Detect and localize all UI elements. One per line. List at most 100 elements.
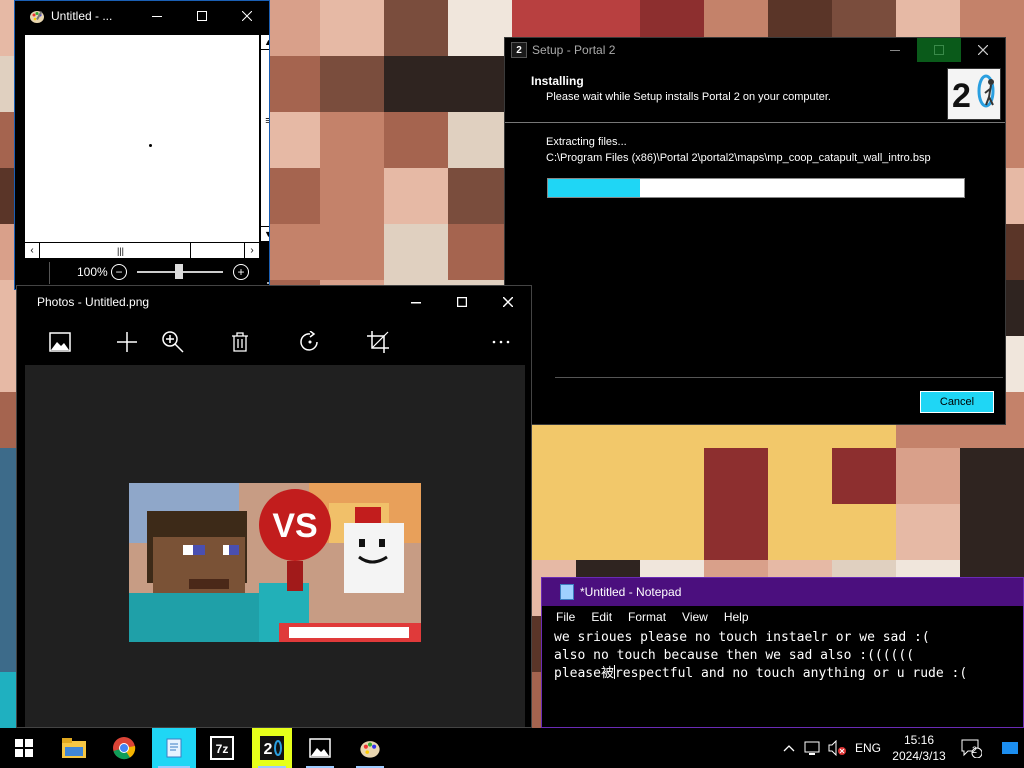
crop-icon[interactable] [365,329,391,355]
setup-status-text: Extracting files... [546,136,627,148]
portal2-setup-taskbar-icon[interactable]: 2 [252,728,292,768]
scroll-thumb-grip-icon[interactable]: ||| [113,243,128,258]
paint-status-bar: 100% − + [25,260,269,286]
file-explorer-icon[interactable] [54,728,94,768]
paint-title-bar[interactable]: Untitled - ... [15,1,269,31]
add-icon[interactable] [114,329,140,355]
close-button[interactable] [961,38,1005,62]
action-center-icon[interactable]: 2 [956,728,986,768]
see-all-photos-icon[interactable] [47,329,73,355]
maximize-button[interactable] [179,1,224,31]
close-button[interactable] [224,1,269,31]
header-divider [505,122,1005,123]
wallpaper-tile [960,448,1024,504]
wallpaper-tile [320,112,384,168]
setup-title-bar[interactable]: 2 Setup - Portal 2 [505,38,1005,62]
wallpaper-tile [896,448,960,504]
notepad-text-area[interactable]: we srioues please no touch instaelr or w… [554,629,1022,683]
setup-window-title: Setup - Portal 2 [532,43,616,57]
paint-canvas[interactable] [25,35,259,243]
menu-file[interactable]: File [556,610,575,624]
wallpaper-tile [448,168,512,224]
footer-divider [555,377,1003,378]
wallpaper-tile [640,448,704,504]
wallpaper-tile [768,448,832,504]
setup-window: 2 Setup - Portal 2 Installing Please wai… [504,37,1006,425]
clock-date: 2024/3/13 [892,749,946,763]
wallpaper-tile [576,448,640,504]
notepad-taskbar-icon[interactable] [152,728,196,768]
menu-view[interactable]: View [682,610,708,624]
start-button[interactable] [4,728,44,768]
wallpaper-tile [896,504,960,560]
7zip-icon[interactable]: 7z [202,728,242,768]
maximize-button[interactable] [917,38,961,62]
chrome-icon[interactable] [104,728,144,768]
setup-header: Installing Please wait while Setup insta… [505,62,1005,122]
notepad-title-bar[interactable]: *Untitled - Notepad [542,578,1023,606]
install-progress-bar [547,178,965,198]
wallpaper-tile [832,448,896,504]
horizontal-scrollbar[interactable]: ‹ ||| › [25,242,259,258]
menu-format[interactable]: Format [628,610,666,624]
portal2-logo-icon: 2 [947,68,1001,120]
paint-taskbar-icon[interactable] [350,728,390,768]
photos-toolbar [17,320,531,364]
more-options-icon[interactable] [488,329,514,355]
zoom-slider-thumb[interactable] [175,264,183,279]
scroll-down-icon[interactable]: ▼ [261,226,269,241]
notepad-window-title: *Untitled - Notepad [580,585,682,599]
volume-muted-icon[interactable] [826,728,848,768]
photos-title-bar[interactable]: Photos - Untitled.png [17,286,531,318]
wallpaper-tile [832,504,896,560]
wallpaper-tile [384,112,448,168]
cancel-button[interactable]: Cancel [920,391,994,413]
clock[interactable]: 15:16 2024/3/13 [890,732,948,764]
rotate-icon[interactable] [297,329,323,355]
zoom-in-icon[interactable]: + [233,264,249,280]
show-desktop-button[interactable] [1000,728,1020,768]
wallpaper-tile [448,112,512,168]
maximize-button[interactable] [439,286,485,318]
notification-count: 2 [972,745,978,755]
text-line-2: also no touch because then we sad also :… [554,648,915,663]
minimize-button[interactable] [393,286,439,318]
menu-help[interactable]: Help [724,610,749,624]
scroll-up-icon[interactable]: ▲ [261,35,269,50]
zoom-icon[interactable] [160,329,186,355]
input-language[interactable]: ENG [852,728,884,768]
minimize-button[interactable] [873,38,917,62]
close-button[interactable] [485,286,531,318]
setup-heading: Installing [531,74,584,88]
photo-viewer[interactable]: VS [25,365,525,727]
paint-window-title: Untitled - ... [51,9,113,23]
logo-numeral: 2 [952,77,971,115]
scroll-left-icon[interactable]: ‹ [25,243,40,258]
clock-time: 15:16 [903,733,935,747]
wallpaper-tile [320,224,384,280]
menu-edit[interactable]: Edit [591,610,612,624]
text-line-3: please被respectful and no touch anything … [554,665,1022,683]
svg-text:7z: 7z [216,742,229,756]
install-progress-fill [548,179,640,197]
wallpaper-tile [448,56,512,112]
notepad-window: *Untitled - Notepad File Edit Format Vie… [541,577,1024,728]
photos-taskbar-icon[interactable] [300,728,340,768]
delete-icon[interactable] [227,329,253,355]
vertical-scrollbar[interactable]: ▲ ≡ ▼ [260,35,269,241]
wallpaper-tile [768,504,832,560]
text-line-3-start: please被 [554,666,614,681]
network-icon[interactable] [802,728,824,768]
zoom-out-icon[interactable]: − [111,264,127,280]
wallpaper-tile [448,224,512,280]
scroll-thumb-grip-icon[interactable]: ≡ [261,113,269,128]
zoom-level: 100% [77,265,108,279]
setup-current-file: C:\Program Files (x86)\Portal 2\portal2\… [546,152,931,164]
wallpaper-tile [384,56,448,112]
minimize-button[interactable] [134,1,179,31]
scroll-right-icon[interactable]: › [244,243,259,258]
vs-badge-text: VS [272,507,317,545]
resize-grip-icon[interactable] [267,276,269,284]
wallpaper-tile [640,504,704,560]
show-hidden-icons-chevron-icon[interactable] [778,728,800,768]
